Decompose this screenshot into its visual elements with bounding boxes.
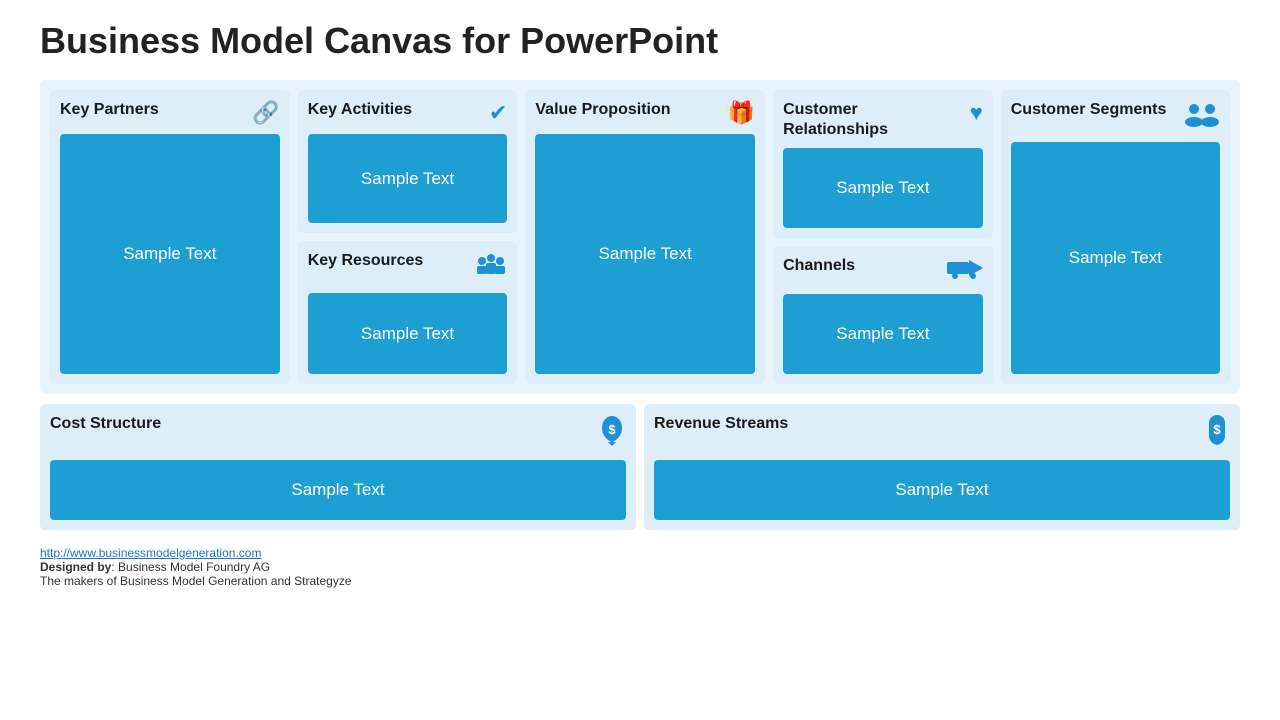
key-activities-sample: Sample Text	[308, 134, 508, 223]
value-proposition-title: Value Proposition	[535, 100, 670, 120]
svg-text:$: $	[1213, 422, 1221, 437]
revenue-streams-title: Revenue Streams	[654, 414, 788, 434]
cost-structure-icon: $	[598, 414, 626, 452]
customer-rel-channels-col: Customer Relationships ♥ Sample Text Cha…	[773, 90, 993, 384]
canvas-top: Key Partners 🔗 Sample Text Key Activitie…	[40, 80, 1240, 394]
value-proposition-section: Value Proposition 🎁 Sample Text	[525, 90, 765, 384]
revenue-streams-sample: Sample Text	[654, 460, 1230, 520]
cost-structure-section: Cost Structure $ Sample Text	[40, 404, 636, 530]
revenue-streams-section: Revenue Streams $ Sample Text	[644, 404, 1240, 530]
customer-relationships-sample: Sample Text	[783, 148, 983, 228]
key-resources-sample: Sample Text	[308, 293, 508, 374]
customer-segments-title: Customer Segments	[1011, 100, 1167, 120]
customer-segments-sample: Sample Text	[1011, 142, 1220, 374]
svg-text:$: $	[608, 422, 616, 437]
value-proposition-icon: 🎁	[728, 100, 755, 126]
canvas-bottom: Cost Structure $ Sample Text Revenue Str…	[40, 404, 1240, 530]
key-resources-section: Key Resources Sample Text	[298, 241, 518, 384]
revenue-streams-icon: $	[1204, 414, 1230, 452]
key-resources-title: Key Resources	[308, 251, 424, 271]
key-partners-sample: Sample Text	[60, 134, 280, 374]
key-partners-section: Key Partners 🔗 Sample Text	[50, 90, 290, 384]
channels-title: Channels	[783, 256, 855, 276]
key-activities-section: Key Activities ✔ Sample Text	[298, 90, 518, 233]
footer-designed-by-label: Designed by	[40, 560, 111, 574]
channels-sample: Sample Text	[783, 294, 983, 374]
page-title: Business Model Canvas for PowerPoint	[40, 20, 1240, 62]
customer-relationships-title: Customer Relationships	[783, 100, 964, 140]
value-proposition-sample: Sample Text	[535, 134, 755, 374]
channels-icon	[947, 256, 983, 286]
channels-header: Channels	[783, 256, 983, 286]
key-resources-icon	[475, 251, 507, 285]
customer-segments-section: Customer Segments Sample Text	[1001, 90, 1230, 384]
customer-relationships-icon: ♥	[970, 100, 983, 126]
value-proposition-header: Value Proposition 🎁	[535, 100, 755, 126]
footer: http://www.businessmodelgeneration.com D…	[40, 546, 1240, 588]
activities-resources-col: Key Activities ✔ Sample Text Key Resourc…	[298, 90, 518, 384]
revenue-streams-header: Revenue Streams $	[654, 414, 1230, 452]
cost-structure-title: Cost Structure	[50, 414, 161, 434]
footer-link[interactable]: http://www.businessmodelgeneration.com	[40, 546, 261, 560]
key-partners-header: Key Partners 🔗	[60, 100, 280, 126]
customer-relationships-section: Customer Relationships ♥ Sample Text	[773, 90, 993, 238]
cost-structure-header: Cost Structure $	[50, 414, 626, 452]
customer-relationships-header: Customer Relationships ♥	[783, 100, 983, 140]
footer-tagline: The makers of Business Model Generation …	[40, 574, 1240, 588]
cost-structure-sample: Sample Text	[50, 460, 626, 520]
customer-segments-icon	[1184, 100, 1220, 134]
customer-segments-header: Customer Segments	[1011, 100, 1220, 134]
key-partners-title: Key Partners	[60, 100, 159, 120]
footer-designed-by-value: Business Model Foundry AG	[118, 560, 270, 574]
channels-section: Channels Sample Text	[773, 246, 993, 384]
key-activities-header: Key Activities ✔	[308, 100, 508, 126]
key-partners-icon: 🔗	[252, 100, 279, 126]
key-activities-title: Key Activities	[308, 100, 412, 120]
key-activities-icon: ✔	[489, 100, 507, 126]
key-resources-header: Key Resources	[308, 251, 508, 285]
